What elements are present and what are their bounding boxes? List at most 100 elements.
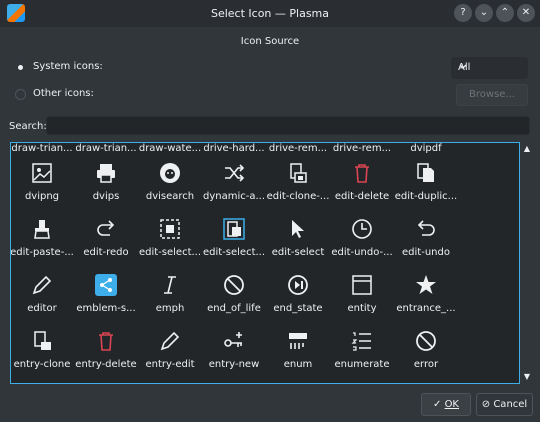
icon-grid-item[interactable]: dvisearch (138, 155, 202, 211)
icon-grid-item[interactable]: entity (330, 267, 394, 323)
category-select[interactable]: All (451, 57, 528, 79)
icon-grid-item-label: entry-new (208, 359, 260, 370)
icon-grid-item[interactable]: edit-undo (394, 211, 458, 267)
icon-grid-item[interactable]: editor (11, 267, 74, 323)
icon-grid-item[interactable]: edit-duplic... (394, 155, 458, 211)
icon-grid-item-label: entity (347, 303, 377, 314)
select-doc-icon (222, 217, 246, 241)
icon-grid-item-label: edit-duplic... (394, 191, 458, 202)
icon-grid-item[interactable]: entrance_... (394, 267, 458, 323)
icon-grid-item-label[interactable]: drive-hard... (202, 143, 266, 154)
icon-grid-item[interactable] (394, 379, 458, 383)
key-plus-icon (222, 329, 246, 353)
enum-icon (286, 329, 310, 353)
icon-grid-item[interactable]: entry-delete (74, 323, 138, 379)
icon-grid-item[interactable]: edit-delete (330, 155, 394, 211)
pencil-icon (158, 329, 182, 353)
trash-red-icon (94, 329, 118, 353)
select-icon-dialog: Select Icon — Plasma ? ⌄ ⌃ ✕ Icon Source… (0, 0, 540, 422)
browse-button[interactable]: Browse... (456, 84, 528, 106)
grid-scrollbar[interactable]: ▲ ▼ (520, 142, 534, 384)
icon-grid-item-label: enumerate (334, 359, 390, 370)
icon-grid-item[interactable] (330, 379, 394, 383)
icon-grid-item-label: edit-select... (202, 247, 266, 258)
icon-grid-item[interactable] (266, 379, 330, 383)
undo-icon (414, 217, 438, 241)
search-label: Search: (9, 121, 47, 132)
icon-grid-item[interactable]: dvipng (11, 155, 74, 211)
lion-icon (158, 161, 182, 185)
entry-clone-icon (30, 329, 54, 353)
system-icons-radio[interactable] (15, 62, 26, 73)
icon-grid-item-label[interactable]: draw-wate... (138, 143, 202, 154)
icon-grid-item[interactable]: enum (266, 323, 330, 379)
icon-grid-item[interactable]: end_state (266, 267, 330, 323)
icon-grid-item[interactable]: entry-edit (138, 323, 202, 379)
maximize-button[interactable]: ⌃ (496, 4, 514, 22)
icon-grid-item-label: edit-paste-... (10, 247, 74, 258)
icon-grid-item-label: edit-select (271, 247, 325, 258)
icon-grid-item[interactable] (11, 379, 74, 383)
cancel-label: Cancel (493, 399, 528, 410)
icon-grid-item[interactable]: edit-undo-... (330, 211, 394, 267)
clone-icon (286, 161, 310, 185)
trash-icon (350, 161, 374, 185)
icon-grid-item[interactable] (202, 379, 266, 383)
icon-grid-item[interactable]: emph (138, 267, 202, 323)
ok-label: OK (444, 399, 459, 410)
icon-grid-item[interactable]: dvips (74, 155, 138, 211)
icon-grid-item[interactable]: end_of_life (202, 267, 266, 323)
icon-grid-item[interactable] (138, 379, 202, 383)
icon-grid-item[interactable]: edit-clone-... (266, 155, 330, 211)
icon-grid-item-label: edit-select... (138, 247, 202, 258)
icon-grid-item-label: entry-delete (75, 359, 137, 370)
icon-grid-item[interactable] (74, 379, 138, 383)
icon-grid-item[interactable]: edit-redo (74, 211, 138, 267)
icon-grid-item[interactable]: edit-select... (138, 211, 202, 267)
search-input[interactable] (46, 116, 530, 135)
icon-grid-item[interactable]: error (394, 323, 458, 379)
scroll-down-icon[interactable]: ▼ (522, 372, 532, 382)
icon-grid-item-label[interactable]: dvipdf (394, 143, 458, 154)
entity-icon (350, 273, 374, 297)
close-button[interactable]: ✕ (517, 4, 535, 22)
cancel-button[interactable]: ⊘ Cancel (476, 393, 533, 416)
end-state-icon (286, 273, 310, 297)
pointer-icon (286, 217, 310, 241)
share-icon (94, 273, 118, 297)
star-icon (414, 273, 438, 297)
ok-button[interactable]: ✓ OK (421, 393, 471, 416)
icon-grid-item[interactable]: edit-paste-... (10, 211, 74, 267)
icon-grid[interactable]: draw-trian... draw-trian... draw-wate... dr… (10, 142, 520, 384)
icon-grid-item-label: dvips (92, 191, 120, 202)
icon-grid-item[interactable]: entry-new (202, 323, 266, 379)
icon-grid-item-label: emblem-s... (76, 303, 136, 314)
icon-grid-item-label[interactable]: draw-trian... (11, 143, 74, 154)
icon-grid-item-label: error (413, 359, 439, 370)
icon-grid-item[interactable]: edit-select (266, 211, 330, 267)
icon-grid-item[interactable]: emblem-s... (74, 267, 138, 323)
shuffle-icon (222, 161, 246, 185)
other-icons-radio[interactable] (15, 89, 26, 100)
icon-grid-item-label[interactable]: draw-trian... (74, 143, 138, 154)
other-icons-label: Other icons: (33, 88, 94, 99)
icon-grid-item-label: edit-redo (83, 247, 129, 258)
icon-grid-item-label: edit-undo-... (331, 247, 393, 258)
icon-grid-item[interactable]: enumerate (330, 323, 394, 379)
image-icon (30, 161, 54, 185)
scroll-up-icon[interactable]: ▲ (522, 144, 532, 154)
icon-grid-item-label: edit-clone-... (266, 191, 330, 202)
icon-grid-item-label[interactable]: drive-rem... (330, 143, 394, 154)
icon-grid-item[interactable]: entry-clone (11, 323, 74, 379)
italic-icon (158, 273, 182, 297)
brush-icon (30, 217, 54, 241)
icon-grid-item-label[interactable]: drive-rem... (266, 143, 330, 154)
help-button[interactable]: ? (454, 4, 472, 22)
duplicate-icon (414, 161, 438, 185)
icon-grid-item-label: edit-delete (334, 191, 390, 202)
icon-grid-item-label: end_of_life (207, 303, 261, 314)
minimize-button[interactable]: ⌄ (475, 4, 493, 22)
system-icons-label: System icons: (33, 61, 103, 72)
icon-grid-item[interactable]: dynamic-a... (202, 155, 266, 211)
icon-grid-item[interactable]: edit-select... (202, 211, 266, 267)
